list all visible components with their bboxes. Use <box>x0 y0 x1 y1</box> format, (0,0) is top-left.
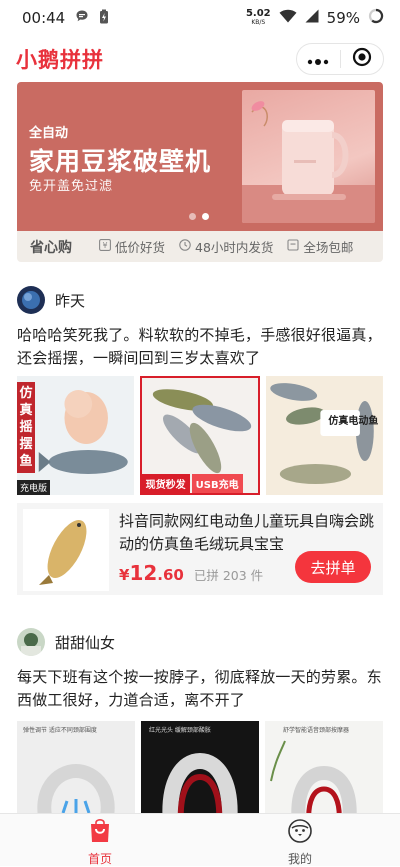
network-speed-unit: KB/S <box>251 19 266 26</box>
avatar[interactable] <box>17 628 45 656</box>
wifi-icon <box>279 9 297 27</box>
group-buy-button[interactable]: 去拼单 <box>295 551 371 583</box>
promo-banner[interactable]: 全自动 家用豆浆破壁机 免开盖免过滤 <box>17 82 383 231</box>
tab-label: 我的 <box>287 852 312 866</box>
tab-home[interactable]: 首页 <box>0 814 200 866</box>
feed-post: 昨天 哈哈哈笑死我了。料软软的不掉毛，手感很好很逼真，还会摇摆，一瞬间回到三岁太… <box>0 262 400 595</box>
image-caption-vertical: 仿真摇摆鱼 <box>17 382 35 473</box>
post-images: 仿真摇摆鱼 充电版 现货秒发 USB充电 仿真电动鱼 <box>17 376 384 495</box>
signal-icon <box>305 9 319 27</box>
username: 甜甜仙女 <box>55 633 116 652</box>
box-icon <box>287 239 299 254</box>
soymilk-maker-image <box>242 90 375 223</box>
banner-description: 免开盖免过滤 <box>29 179 114 194</box>
app-header: 小鹅拼拼 <box>0 36 400 82</box>
product-name: 抖音同款网红电动鱼儿童玩具自嗨会跳动的仿真鱼毛绒玩具宝宝 <box>119 512 375 553</box>
post-image[interactable]: 仿真电动鱼 <box>266 376 384 495</box>
image-caption-right: USB充电 <box>191 474 243 493</box>
post-author[interactable]: 昨天 <box>17 285 383 315</box>
product-thumbnail <box>23 509 109 591</box>
post-images: 弹性调节 适应不同颈部围度 红光光头 缓解颈部酸胀 舒学智能语音颈部按摩器 <box>17 721 383 825</box>
post-image[interactable]: 弹性调节 适应不同颈部围度 <box>17 721 135 825</box>
tab-mine[interactable]: 我的 <box>200 814 400 866</box>
network-speed: 5.02 KB/S <box>246 9 271 27</box>
perk-label: 低价好货 <box>115 240 166 255</box>
battery-ring-icon <box>368 8 384 28</box>
penguin-icon <box>287 819 313 847</box>
joined-count: 已拼 203 件 <box>193 568 264 583</box>
banner-dot-2[interactable] <box>202 213 209 220</box>
price-integer: 12 <box>129 561 158 585</box>
username: 昨天 <box>55 291 86 310</box>
image-caption-tag: 充电版 <box>17 480 51 495</box>
battery-saver-icon <box>99 9 109 28</box>
perk-low-price: ¥ 低价好货 <box>99 237 165 256</box>
image-caption-left: 现货秒发 <box>141 474 190 493</box>
perks-title: 省心购 <box>30 239 72 256</box>
price-decimal: .60 <box>157 566 184 584</box>
post-image[interactable]: 红光光头 缓解颈部酸胀 <box>141 721 259 825</box>
banner-subtitle: 全自动 <box>29 126 69 141</box>
post-author[interactable]: 甜甜仙女 <box>17 627 383 657</box>
banner-pagination <box>189 213 209 220</box>
post-image[interactable]: 仿真摇摆鱼 充电版 <box>17 376 134 495</box>
status-time: 00:44 <box>22 9 66 27</box>
avatar[interactable] <box>17 286 45 314</box>
product-info: 抖音同款网红电动鱼儿童玩具自嗨会跳动的仿真鱼毛绒玩具宝宝 ¥ 12 .60 已拼… <box>109 509 377 589</box>
post-text: 每天下班有这个按一按脖子，彻底释放一天的劳累。东西做工很好，力道合适，离不开了 <box>17 668 382 709</box>
app-title: 小鹅拼拼 <box>16 48 104 72</box>
close-mini-program-button[interactable] <box>341 44 384 74</box>
perk-48h-delivery: 48小时内发货 <box>179 237 273 256</box>
battery-percent: 59% <box>326 9 360 27</box>
post-text: 哈哈哈笑死我了。料软软的不掉毛，手感很好很逼真，还会摇摆，一瞬间回到三岁太喜欢了 <box>17 326 382 367</box>
post-image[interactable]: 现货秒发 USB充电 <box>139 376 261 495</box>
image-caption: 红光光头 缓解颈部酸胀 <box>149 727 211 734</box>
image-caption: 弹性调节 适应不同颈部围度 <box>23 727 97 734</box>
image-caption: 舒学智能语音颈部按摩器 <box>283 727 350 734</box>
price-row: ¥ 12 .60 已拼 203 件 <box>119 561 263 585</box>
svg-text:¥: ¥ <box>102 241 107 250</box>
shopping-bag-icon <box>87 818 113 847</box>
chat-bubble-icon <box>75 9 89 27</box>
more-dots-icon <box>307 50 329 69</box>
perk-label: 全场包邮 <box>303 240 354 255</box>
network-speed-value: 5.02 <box>245 8 271 19</box>
mini-program-capsule <box>296 43 384 75</box>
image-caption-title: 仿真电动鱼 <box>328 416 379 427</box>
feed-post: 甜甜仙女 每天下班有这个按一按脖子，彻底释放一天的劳累。东西做工很好，力道合适，… <box>0 595 400 825</box>
bottom-tab-bar: 首页 我的 <box>0 813 400 866</box>
perks-bar: 省心购 ¥ 低价好货 48小时内发货 全场包邮 <box>17 231 383 262</box>
status-bar: 00:44 5.02 KB/S 59% <box>0 0 400 36</box>
target-circle-icon <box>352 47 372 71</box>
product-card[interactable]: 抖音同款网红电动鱼儿童玩具自嗨会跳动的仿真鱼毛绒玩具宝宝 ¥ 12 .60 已拼… <box>17 503 383 595</box>
perk-free-shipping: 全场包邮 <box>287 237 353 256</box>
price-tag-icon: ¥ <box>99 239 111 254</box>
banner-title: 家用豆浆破壁机 <box>29 147 212 176</box>
perk-label: 48小时内发货 <box>195 240 274 255</box>
price-symbol: ¥ <box>119 566 130 584</box>
post-image[interactable]: 舒学智能语音颈部按摩器 <box>265 721 383 825</box>
clock-icon <box>179 239 191 254</box>
more-menu-button[interactable] <box>297 44 340 74</box>
banner-dot-1[interactable] <box>189 213 196 220</box>
tab-label: 首页 <box>87 852 112 866</box>
